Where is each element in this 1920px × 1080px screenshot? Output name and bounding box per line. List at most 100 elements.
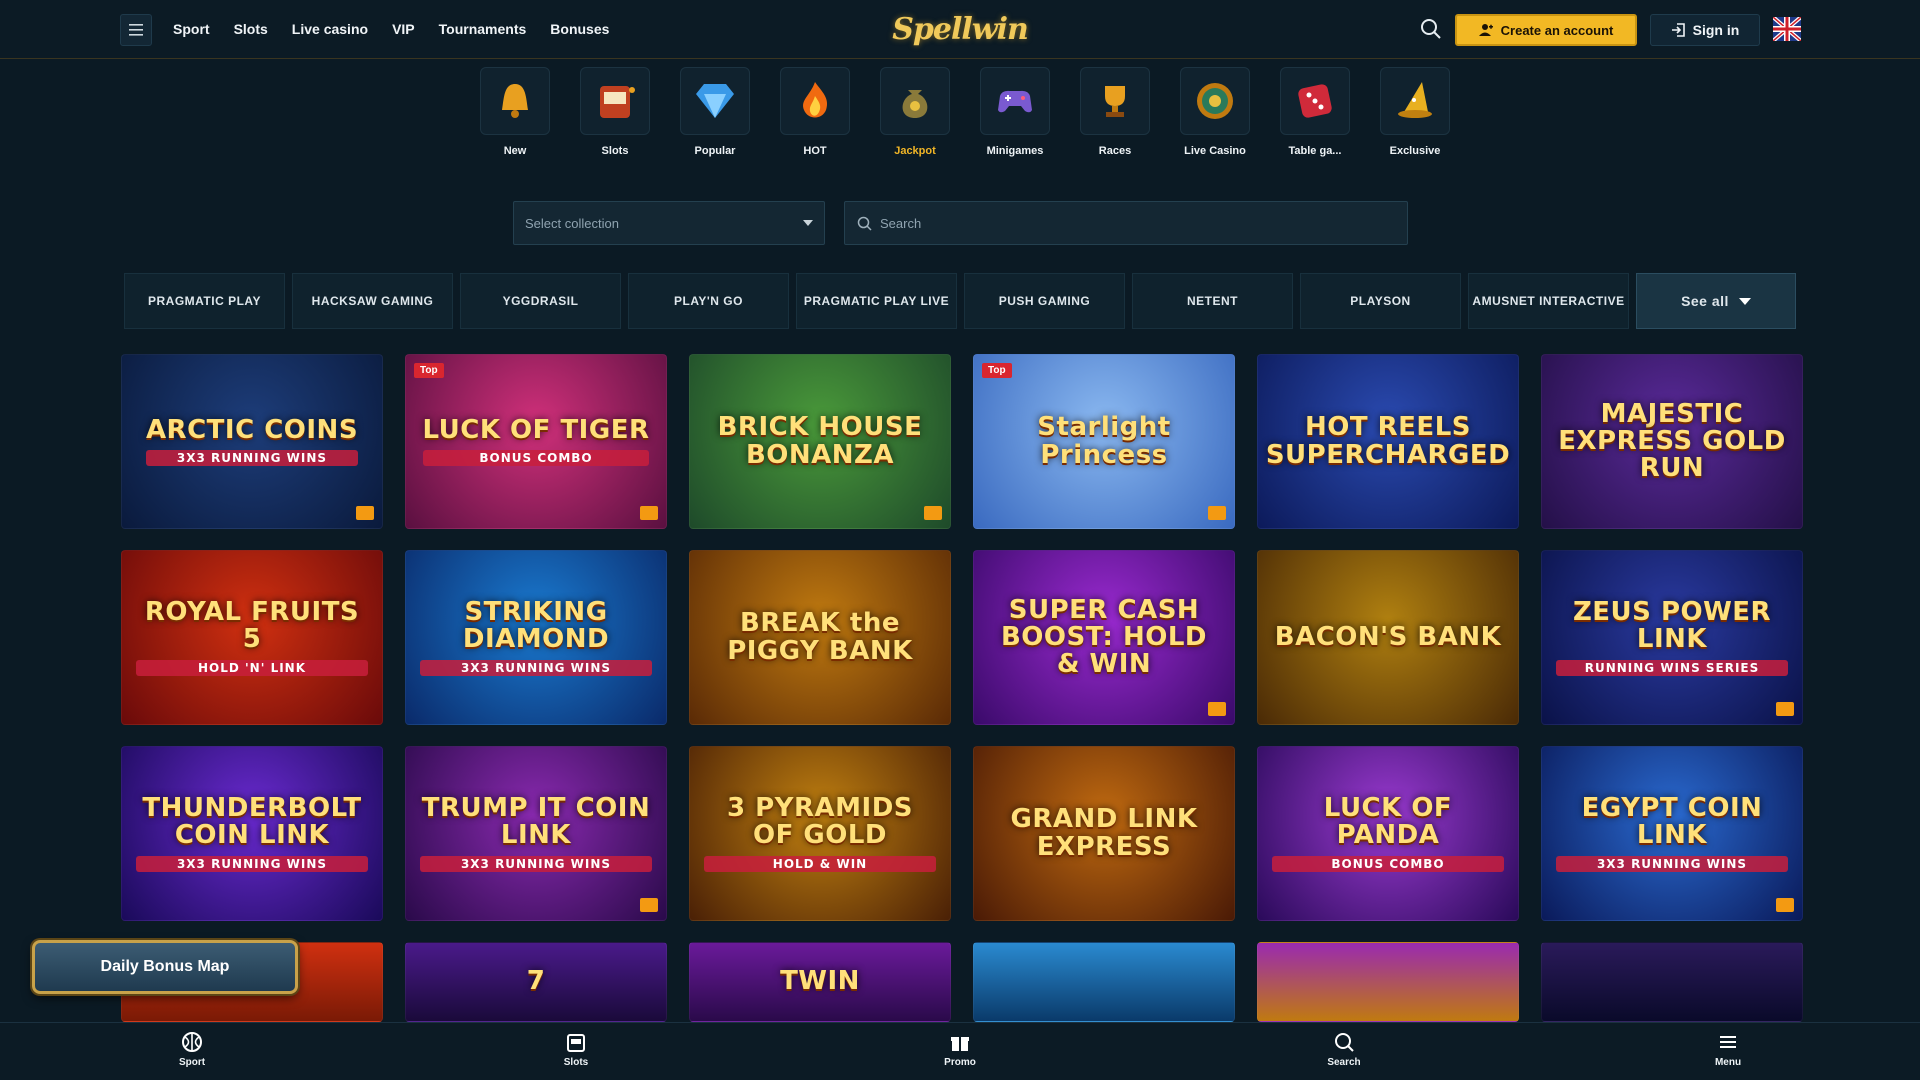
category-label: HOT [803,145,827,157]
gift-icon [951,1037,969,1051]
game-tile[interactable]: THUNDERBOLT COIN LINK 3X3 RUNNING WINS [121,746,383,921]
nav-live-casino[interactable]: Live casino [292,21,368,37]
category-new[interactable]: New [465,67,565,162]
top-badge: Top [982,363,1012,378]
category-label: Races [1098,145,1132,157]
game-tile[interactable]: TRUMP IT COIN LINK 3X3 RUNNING WINS [405,746,667,921]
game-tile[interactable]: BRICK HOUSE BONANZA [689,354,951,529]
provider-push-gaming[interactable]: PUSH GAMING [964,273,1125,329]
game-title: Starlight Princess [1037,412,1171,470]
category-jackpot[interactable]: Jackpot [865,67,965,162]
slot-machine-icon [567,1034,585,1052]
game-tile[interactable]: EGYPT COIN LINK 3X3 RUNNING WINS [1541,746,1803,921]
game-tile[interactable]: 7 [405,942,667,1022]
bell-icon [480,67,550,135]
game-grid: ARCTIC COINS 3X3 RUNNING WINS LUCK OF TIGE… [121,354,1803,1022]
category-label: New [503,145,527,157]
category-label: Slots [601,145,629,157]
provider-pragmatic-play-live[interactable]: PRAGMATIC PLAY LIVE [796,273,957,329]
category-table-games[interactable]: Table ga... [1265,67,1365,162]
provider-pragmatic-play[interactable]: PRAGMATIC PLAY [124,273,285,329]
game-tile[interactable]: ZEUS POWER LINK RUNNING WINS SERIES [1541,550,1803,725]
category-slots[interactable]: Slots [565,67,665,162]
game-title: BREAK the PIGGY BANK [727,608,913,666]
category-label: Table ga... [1288,145,1342,157]
bottom-nav-sport[interactable]: Sport [152,1031,232,1068]
category-bar: New Slots Popular HOT Jackpot Minigames … [465,67,1465,162]
provider-playson[interactable]: PLAYSON [1300,273,1461,329]
game-title: LUCK OF PANDA BONUS COMBO [1258,794,1518,873]
game-subtitle: 3X3 RUNNING WINS [136,855,368,873]
hamburger-menu-button[interactable] [120,14,152,46]
game-tile[interactable]: Starlight Princess Top [973,354,1235,529]
game-tile[interactable] [973,942,1235,1022]
sign-in-button[interactable]: Sign in [1650,14,1760,46]
game-tile[interactable]: STRIKING DIAMOND 3X3 RUNNING WINS [405,550,667,725]
category-races[interactable]: Races [1065,67,1165,162]
game-subtitle: 3X3 RUNNING WINS [420,659,652,677]
game-tile[interactable]: ARCTIC COINS 3X3 RUNNING WINS [121,354,383,529]
top-bar: Sport Slots Live casino VIP Tournaments … [0,0,1920,59]
game-title: HOT REELS SUPERCHARGED [1265,412,1511,470]
game-search-field[interactable] [844,201,1408,245]
category-label: Popular [694,145,736,157]
game-tile[interactable]: HOT REELS SUPERCHARGED [1257,354,1519,529]
game-subtitle: RUNNING WINS SERIES [1556,659,1788,677]
create-account-button[interactable]: Create an account [1455,14,1637,46]
provider-netent[interactable]: NETENT [1132,273,1293,329]
game-tile[interactable]: GRAND LINK EXPRESS [973,746,1235,921]
daily-bonus-map-widget[interactable]: Daily Bonus Map [20,932,310,1002]
game-title: BRICK HOUSE BONANZA [717,412,923,470]
category-popular[interactable]: Popular [665,67,765,162]
game-title: THUNDERBOLT COIN LINK 3X3 RUNNING WINS [122,794,382,873]
bottom-nav-promo[interactable]: Promo [920,1031,1000,1068]
nav-bonuses[interactable]: Bonuses [550,21,609,37]
game-tile[interactable]: MAJESTIC EXPRESS GOLD RUN [1541,354,1803,529]
category-hot[interactable]: HOT [765,67,865,162]
game-subtitle: 3X3 RUNNING WINS [145,449,359,467]
game-tile[interactable]: BREAK the PIGGY BANK [689,550,951,725]
game-tile[interactable]: SUPER CASH BOOST: HOLD & WIN [973,550,1235,725]
collection-select[interactable]: Select collection [513,201,825,245]
game-tile[interactable] [1541,942,1803,1022]
bottom-nav-label: Slots [563,1057,589,1068]
menu-icon [1720,1036,1736,1048]
category-exclusive[interactable]: Exclusive [1365,67,1465,162]
see-all-providers-button[interactable]: See all [1636,273,1796,329]
site-logo[interactable]: Spellwin [892,4,1029,54]
provider-yggdrasil[interactable]: YGGDRASIL [460,273,621,329]
login-icon [1671,23,1685,37]
nav-slots[interactable]: Slots [234,21,268,37]
provider-amusnet[interactable]: AMUSNET INTERACTIVE [1468,273,1629,329]
category-live-casino[interactable]: Live Casino [1165,67,1265,162]
game-tile[interactable]: TWIN [689,942,951,1022]
game-tile[interactable] [1257,942,1519,1022]
provider-hacksaw-gaming[interactable]: HACKSAW GAMING [292,273,453,329]
chevron-down-icon [803,220,813,226]
bottom-nav: Sport Slots Promo Search Menu [0,1022,1920,1080]
game-search-input[interactable] [880,215,1380,231]
game-subtitle: HOLD & WIN [704,855,936,873]
nav-sport[interactable]: Sport [173,21,210,37]
uk-flag-icon[interactable] [1773,17,1801,41]
search-icon[interactable] [1420,18,1442,40]
category-minigames[interactable]: Minigames [965,67,1065,162]
nav-vip[interactable]: VIP [392,21,415,37]
provider-playngo[interactable]: PLAY'N GO [628,273,789,329]
game-tile[interactable]: ROYAL FRUITS 5 HOLD 'N' LINK [121,550,383,725]
nav-tournaments[interactable]: Tournaments [439,21,527,37]
game-title: SUPER CASH BOOST: HOLD & WIN [1000,594,1208,680]
main-nav: Sport Slots Live casino VIP Tournaments … [173,0,633,58]
bottom-nav-search[interactable]: Search [1304,1031,1384,1068]
bottom-nav-slots[interactable]: Slots [536,1031,616,1068]
tournament-trophy-icon [1208,506,1226,520]
search-icon [857,216,872,231]
game-tile[interactable]: LUCK OF TIGER BONUS COMBO Top [405,354,667,529]
sport-icon [182,1032,202,1052]
dice-icon [1280,67,1350,135]
game-tile[interactable]: 3 PYRAMIDS OF GOLD HOLD & WIN [689,746,951,921]
game-tile[interactable]: BACON'S BANK [1257,550,1519,725]
game-tile[interactable]: LUCK OF PANDA BONUS COMBO [1257,746,1519,921]
bottom-nav-menu[interactable]: Menu [1688,1031,1768,1068]
roulette-icon [1180,67,1250,135]
